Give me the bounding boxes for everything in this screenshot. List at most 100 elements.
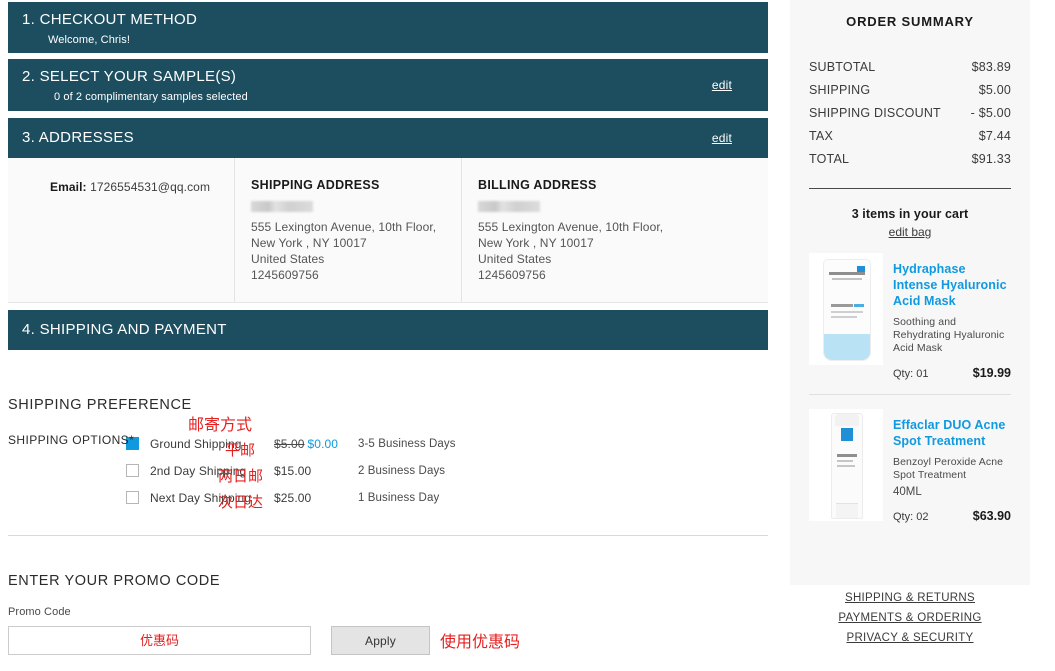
billing-address-lines: 555 Lexington Avenue, 10th Floor, New Yo… [478, 219, 752, 283]
email-value: 1726554531@qq.com [90, 180, 210, 194]
link-payments-ordering[interactable]: PAYMENTS & ORDERING [790, 608, 1030, 628]
address-line-1: 555 Lexington Avenue, 10th Floor, [251, 219, 445, 235]
billing-recipient-name-redacted [478, 201, 540, 212]
shipping-option-price: $25.00 [274, 491, 358, 505]
checkout-page: 1. CHECKOUT METHOD Welcome, Chris! 2. SE… [0, 0, 1055, 671]
product-price: $19.99 [973, 366, 1011, 380]
address-line-3: United States [251, 251, 445, 267]
order-summary-rows: SUBTOTAL $83.89 SHIPPING $5.00 SHIPPING … [809, 56, 1011, 171]
cart-item: Hydraphase Intense Hyaluronic Acid Mask … [809, 253, 1011, 395]
order-summary-sidebar: ORDER SUMMARY SUBTOTAL $83.89 SHIPPING $… [790, 0, 1030, 585]
summary-value: $83.89 [972, 56, 1011, 79]
summary-label: SUBTOTAL [809, 56, 875, 79]
step-checkout-method[interactable]: 1. CHECKOUT METHOD Welcome, Chris! [8, 2, 768, 53]
step-title: 2. SELECT YOUR SAMPLE(S) [22, 67, 754, 87]
shipping-address-cell: SHIPPING ADDRESS 555 Lexington Avenue, 1… [235, 158, 462, 302]
promo-code-input[interactable] [8, 626, 311, 655]
cart-item: Effaclar DUO Acne Spot Treatment Benzoyl… [809, 409, 1011, 537]
shipping-option-2nd-day[interactable]: 2nd Day Shipping $15.00 2 Business Days [126, 457, 768, 484]
spacer [8, 111, 768, 118]
brand-text [829, 272, 865, 275]
billing-address-cell: BILLING ADDRESS 555 Lexington Avenue, 10… [462, 158, 768, 302]
product-info: Effaclar DUO Acne Spot Treatment Benzoyl… [893, 409, 1011, 523]
summary-value: $7.44 [979, 125, 1011, 148]
shipping-option-name: 2nd Day Shipping [150, 464, 274, 478]
edit-addresses-link[interactable]: edit [712, 131, 732, 145]
product-quantity: Qty: 01 [893, 368, 928, 380]
shipping-option-ground[interactable]: Ground Shipping $5.00$0.00 3-5 Business … [126, 430, 768, 457]
summary-row-total: TOTAL $91.33 [809, 148, 1011, 171]
product-name-link[interactable]: Hydraphase Intense Hyaluronic Acid Mask [893, 261, 1011, 309]
shipping-preference-section: SHIPPING PREFERENCE SHIPPING OPTIONS* Gr… [8, 397, 768, 536]
step-shipping-and-payment[interactable]: 4. SHIPPING AND PAYMENT [8, 310, 768, 350]
email-cell: Email: 1726554531@qq.com [8, 158, 235, 302]
product-thumbnail-hydraphase[interactable] [809, 253, 883, 365]
promo-field-label: Promo Code [8, 606, 768, 618]
sidebar-footer-links: SHIPPING & RETURNS PAYMENTS & ORDERING P… [790, 588, 1030, 648]
brand-logo-icon [841, 428, 853, 441]
step-addresses[interactable]: 3. ADDRESSES edit [8, 118, 768, 158]
shipping-address-lines: 555 Lexington Avenue, 10th Floor, New Yo… [251, 219, 445, 283]
product-thumbnail-effaclar[interactable] [809, 409, 883, 521]
shipping-option-days: 2 Business Days [358, 465, 445, 477]
section-divider [8, 535, 768, 536]
billing-address-heading: BILLING ADDRESS [478, 178, 752, 192]
addresses-panel: Email: 1726554531@qq.com SHIPPING ADDRES… [8, 158, 768, 303]
edit-bag-link[interactable]: edit bag [809, 225, 1011, 239]
product-info: Hydraphase Intense Hyaluronic Acid Mask … [893, 253, 1011, 380]
shipping-option-next-day[interactable]: Next Day Shipping $25.00 1 Business Day [126, 484, 768, 511]
step-title: 3. ADDRESSES [22, 130, 134, 145]
checkbox-2nd-day-shipping[interactable] [126, 464, 139, 477]
link-privacy-security[interactable]: PRIVACY & SECURITY [790, 628, 1030, 648]
spacer [8, 303, 768, 310]
cart-item-count: 3 items in your cart [809, 207, 1011, 221]
summary-row-shipping-discount: SHIPPING DISCOUNT - $5.00 [809, 102, 1011, 125]
shipping-recipient-name-redacted [251, 201, 313, 212]
tube-icon [823, 259, 871, 361]
edit-samples-link[interactable]: edit [712, 78, 732, 92]
summary-label: TAX [809, 125, 833, 148]
product-name-link[interactable]: Effaclar DUO Acne Spot Treatment [893, 417, 1011, 449]
summary-row-tax: TAX $7.44 [809, 125, 1011, 148]
checkout-steps-column: 1. CHECKOUT METHOD Welcome, Chris! 2. SE… [8, 2, 768, 655]
order-summary-title: ORDER SUMMARY [809, 0, 1011, 29]
summary-divider [809, 188, 1011, 189]
step-title: 1. CHECKOUT METHOD [22, 10, 754, 30]
label-line [837, 454, 857, 457]
label-line [837, 460, 853, 462]
address-line-1: 555 Lexington Avenue, 10th Floor, [478, 219, 752, 235]
promo-code-section: ENTER YOUR PROMO CODE Promo Code Apply [8, 573, 768, 655]
checkbox-next-day-shipping[interactable] [126, 491, 139, 504]
address-line-4: 1245609756 [251, 267, 445, 283]
tube-base [836, 503, 858, 518]
step-select-samples[interactable]: 2. SELECT YOUR SAMPLE(S) 0 of 2 complime… [8, 59, 768, 111]
promo-input-row: Apply [8, 626, 768, 655]
label-line [831, 316, 857, 318]
label-line [854, 304, 864, 307]
shipping-preference-heading: SHIPPING PREFERENCE [8, 397, 768, 413]
summary-value: $91.33 [972, 148, 1011, 171]
step-title: 4. SHIPPING AND PAYMENT [22, 322, 227, 337]
shipping-option-days: 1 Business Day [358, 492, 439, 504]
shipping-option-name: Next Day Shipping [150, 491, 274, 505]
summary-label: SHIPPING [809, 79, 870, 102]
product-size: 40ML [893, 486, 1011, 498]
product-footer: Qty: 02 $63.90 [893, 509, 1011, 523]
summary-row-shipping: SHIPPING $5.00 [809, 79, 1011, 102]
email-label: Email: [50, 180, 87, 194]
shipping-option-name: Ground Shipping [150, 437, 274, 451]
address-line-2: New York , NY 10017 [251, 235, 445, 251]
apply-promo-button[interactable]: Apply [331, 626, 430, 655]
summary-row-subtotal: SUBTOTAL $83.89 [809, 56, 1011, 79]
label-line [831, 304, 853, 307]
shipping-options-label: SHIPPING OPTIONS* [8, 433, 134, 447]
link-shipping-returns[interactable]: SHIPPING & RETURNS [790, 588, 1030, 608]
label-line [831, 311, 863, 313]
price-discounted: $0.00 [308, 437, 339, 451]
samples-status: 0 of 2 complimentary samples selected [54, 90, 754, 105]
summary-value: - $5.00 [971, 102, 1011, 125]
email-line: Email: 1726554531@qq.com [24, 178, 218, 194]
address-line-2: New York , NY 10017 [478, 235, 752, 251]
price-original: $5.00 [274, 437, 305, 451]
summary-label: TOTAL [809, 148, 849, 171]
